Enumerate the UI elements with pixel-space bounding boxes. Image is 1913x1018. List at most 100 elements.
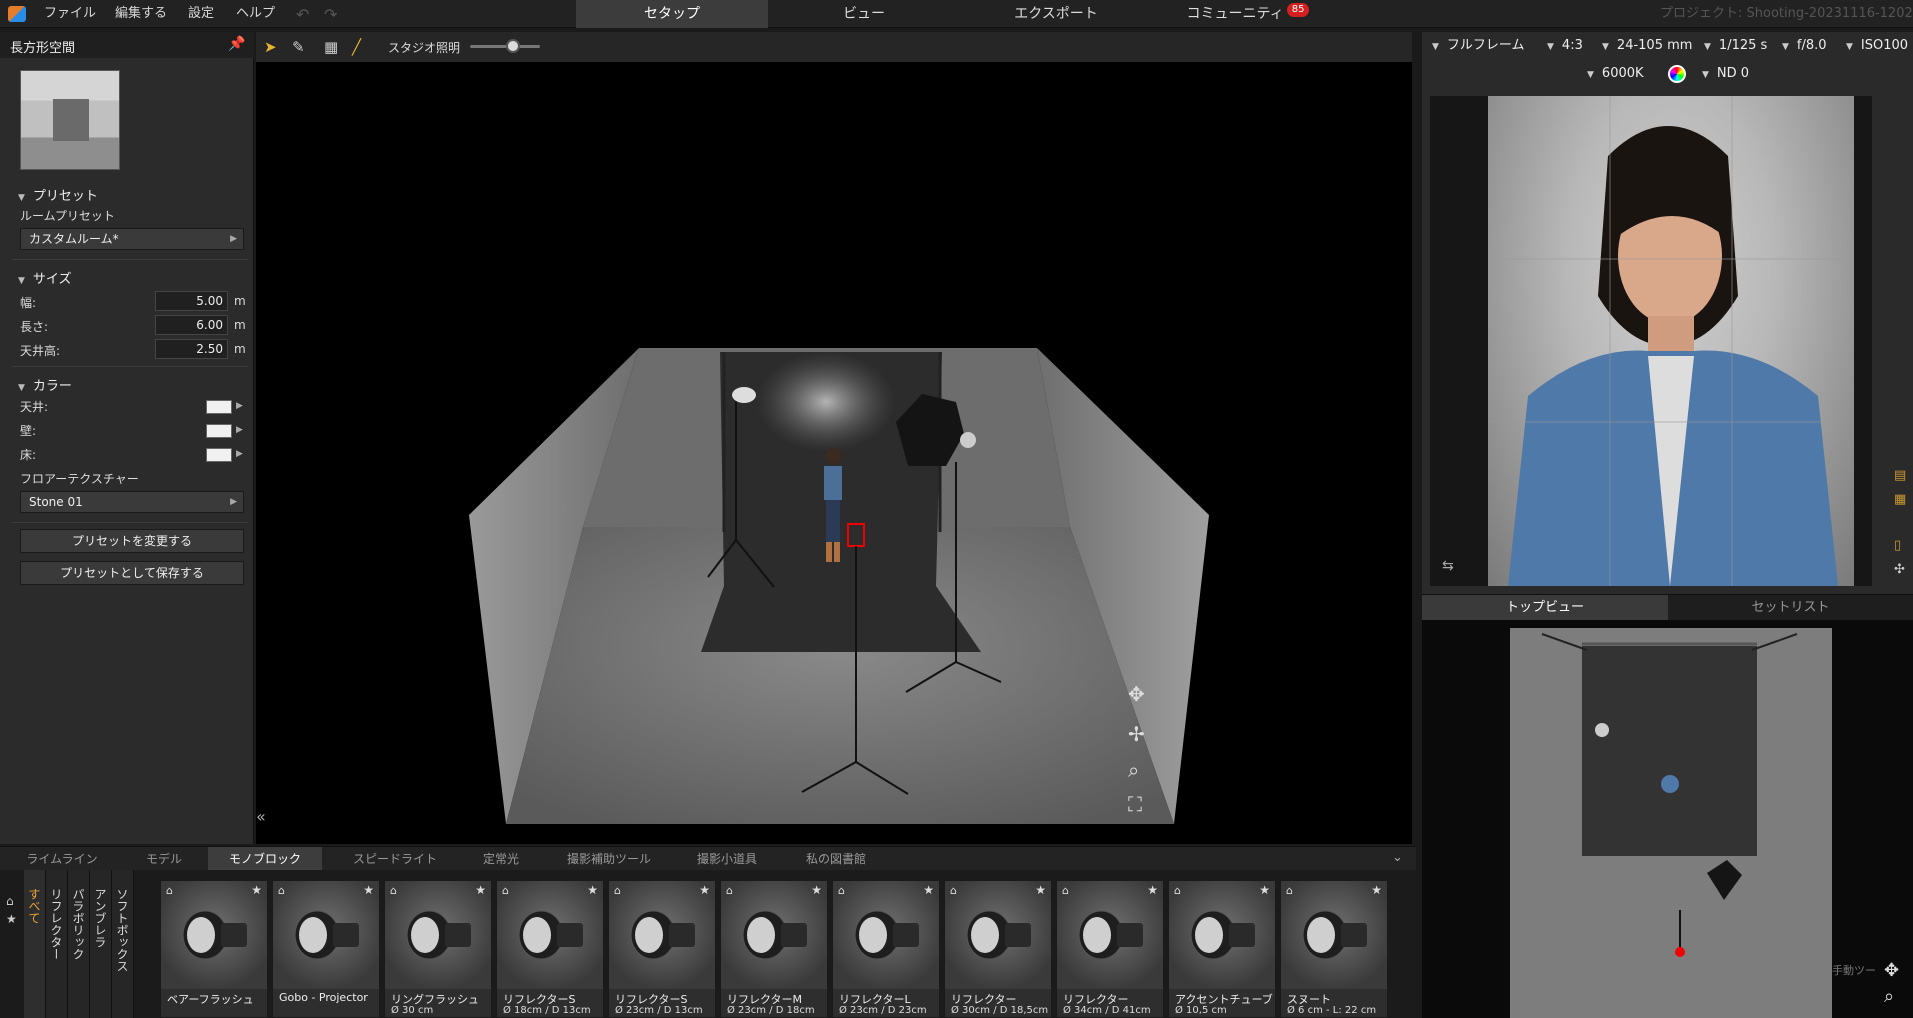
star-icon[interactable]: ★ — [699, 883, 710, 897]
aspect-dropdown[interactable]: ▼ 4:3 — [1547, 32, 1583, 60]
star-icon[interactable]: ★ — [1371, 883, 1382, 897]
home-icon[interactable]: ⌂ — [1286, 884, 1293, 897]
home-icon[interactable]: ⌂ — [278, 884, 285, 897]
library-item[interactable]: ⌂ ★ リフレクターL Ø 23cm / D 23cm — [832, 880, 940, 1018]
lens-dropdown[interactable]: ▼ 24-105 mm — [1602, 32, 1692, 60]
orbit-icon[interactable]: ✥ — [1128, 682, 1145, 706]
wall-color-swatch[interactable] — [206, 424, 232, 438]
top-view-map[interactable]: 手動ツー ✥ ⌕ — [1422, 620, 1913, 1018]
library-item[interactable]: ⌂ ★ スヌート Ø 6 cm - L: 22 cm — [1280, 880, 1388, 1018]
menu-help[interactable]: ヘルプ — [236, 0, 275, 28]
menu-settings[interactable]: 設定 — [188, 0, 214, 28]
star-icon[interactable]: ★ — [6, 910, 17, 928]
lib-tab-6[interactable]: 撮影小道具 — [680, 847, 774, 871]
sensor-dropdown[interactable]: ▼ フルフレーム — [1432, 32, 1525, 60]
grid-icon[interactable]: ▦ — [324, 38, 338, 56]
color-wheel-icon[interactable] — [1668, 65, 1686, 83]
star-icon[interactable]: ★ — [587, 883, 598, 897]
line-tool-icon[interactable]: ╱ — [352, 38, 361, 56]
redo-icon[interactable]: ↷ — [324, 5, 337, 24]
library-item[interactable]: ⌂ ★ アクセントチューブ Ø 10,5 cm — [1168, 880, 1276, 1018]
lib-tab-3[interactable]: スピードライト — [340, 847, 450, 871]
tab-top-view[interactable]: トップビュー — [1422, 595, 1668, 621]
home-icon[interactable]: ⌂ — [614, 884, 621, 897]
chevron-right-icon[interactable]: ▶ — [236, 401, 243, 411]
menu-file[interactable]: ファイル — [44, 0, 96, 28]
nd-dropdown[interactable]: ▼ ND 0 — [1702, 60, 1749, 88]
library-item[interactable]: ⌂ ★ リフレクターS Ø 23cm / D 13cm — [608, 880, 716, 1018]
star-icon[interactable]: ★ — [251, 883, 262, 897]
pan-icon[interactable]: ✢ — [1128, 722, 1145, 746]
star-icon[interactable]: ★ — [475, 883, 486, 897]
tab-community[interactable]: コミューニティ 85 — [1152, 0, 1344, 28]
lib-tab-5[interactable]: 撮影補助ツール — [554, 847, 664, 871]
library-item[interactable]: ⌂ ★ リフレクター Ø 34cm / D 41cm — [1056, 880, 1164, 1018]
library-item[interactable]: ⌂ ★ リフレクター Ø 30cm / D 18,5cm — [944, 880, 1052, 1018]
zoom-icon[interactable]: ⌕ — [1128, 758, 1139, 782]
home-icon[interactable]: ⌂ — [390, 884, 397, 897]
focus-target-icon[interactable]: ✣ — [1894, 562, 1905, 577]
studio-light-slider-handle[interactable] — [506, 39, 520, 53]
pin-icon[interactable]: 📌 — [228, 36, 245, 52]
library-item[interactable]: ⌂ ★ リフレクターS Ø 18cm / D 13cm — [496, 880, 604, 1018]
swap-orientation-icon[interactable]: ⇆ — [1442, 558, 1454, 574]
length-input[interactable] — [155, 315, 228, 335]
collapse-library-icon[interactable]: ⌄ — [1392, 850, 1403, 865]
zoom-icon[interactable]: ⌕ — [1884, 986, 1894, 1007]
home-icon[interactable]: ⌂ — [838, 884, 845, 897]
studio-light-slider-track[interactable] — [470, 45, 540, 48]
frame-icon[interactable]: ▯ — [1894, 538, 1901, 553]
chevron-right-icon[interactable]: ▶ — [236, 425, 243, 435]
ceiling-color-swatch[interactable] — [206, 400, 232, 414]
section-size[interactable]: ▼ サイズ — [18, 268, 72, 287]
section-preset[interactable]: ▼ プリセット — [18, 185, 98, 204]
home-icon[interactable]: ⌂ — [1062, 884, 1069, 897]
menu-edit[interactable]: 編集する — [115, 0, 167, 28]
home-icon[interactable]: ⌂ — [726, 884, 733, 897]
home-icon[interactable]: ⌂ — [950, 884, 957, 897]
star-icon[interactable]: ★ — [363, 883, 374, 897]
section-color[interactable]: ▼ カラー — [18, 375, 72, 394]
aperture-dropdown[interactable]: ▼ f/8.0 — [1782, 32, 1827, 60]
room-preset-dropdown[interactable]: カスタムルーム* ▶ — [20, 228, 244, 250]
tab-view[interactable]: ビュー — [768, 0, 960, 28]
measure-ruler-icon[interactable]: ✎ — [292, 38, 305, 56]
move-icon[interactable]: ✥ — [1884, 960, 1899, 981]
camera-preview[interactable]: ⇆ — [1430, 96, 1872, 586]
ceiling-height-input[interactable] — [155, 339, 228, 359]
tab-setup[interactable]: セタップ — [576, 0, 768, 28]
floor-color-swatch[interactable] — [206, 448, 232, 462]
lib-tab-2[interactable]: モノブロック — [208, 847, 322, 871]
home-icon[interactable]: ⌂ — [502, 884, 509, 897]
library-category-2[interactable]: パラボリック — [68, 870, 90, 1018]
lib-tab-1[interactable]: モデル — [122, 847, 206, 871]
width-input[interactable] — [155, 291, 228, 311]
shutter-dropdown[interactable]: ▼ 1/125 s — [1704, 32, 1767, 60]
library-category-4[interactable]: ソフトボックス — [112, 870, 134, 1018]
tab-export[interactable]: エクスポート — [960, 0, 1152, 28]
library-item[interactable]: ⌂ ★ Gobo - Projector — [272, 880, 380, 1018]
star-icon[interactable]: ★ — [1035, 883, 1046, 897]
select-arrow-icon[interactable]: ➤ — [264, 38, 277, 56]
star-icon[interactable]: ★ — [1259, 883, 1270, 897]
exposure-icon[interactable]: ▤ — [1894, 468, 1906, 483]
histogram-icon[interactable]: ▦ — [1894, 492, 1906, 507]
star-icon[interactable]: ★ — [811, 883, 822, 897]
home-icon[interactable]: ⌂ — [6, 892, 17, 910]
library-category-1[interactable]: リフレクター — [46, 870, 68, 1018]
star-icon[interactable]: ★ — [923, 883, 934, 897]
home-icon[interactable]: ⌂ — [1174, 884, 1181, 897]
lib-tab-4[interactable]: 定常光 — [466, 847, 536, 871]
library-item[interactable]: ⌂ ★ リングフラッシュ Ø 30 cm — [384, 880, 492, 1018]
collapse-left-panel-icon[interactable]: « — [256, 807, 266, 826]
iso-dropdown[interactable]: ▼ ISO100 — [1846, 32, 1908, 60]
save-preset-button[interactable]: プリセットとして保存する — [20, 561, 244, 585]
white-balance-dropdown[interactable]: ▼ 6000K — [1587, 60, 1644, 88]
library-item[interactable]: ⌂ ★ リフレクターM Ø 23cm / D 18cm — [720, 880, 828, 1018]
change-preset-button[interactable]: プリセットを変更する — [20, 529, 244, 553]
library-category-3[interactable]: アンブレラ — [90, 870, 112, 1018]
tab-set-list[interactable]: セットリスト — [1668, 595, 1913, 621]
star-icon[interactable]: ★ — [1147, 883, 1158, 897]
floor-texture-dropdown[interactable]: Stone 01 ▶ — [20, 491, 244, 513]
fit-view-icon[interactable]: ⛶ — [1128, 792, 1142, 816]
